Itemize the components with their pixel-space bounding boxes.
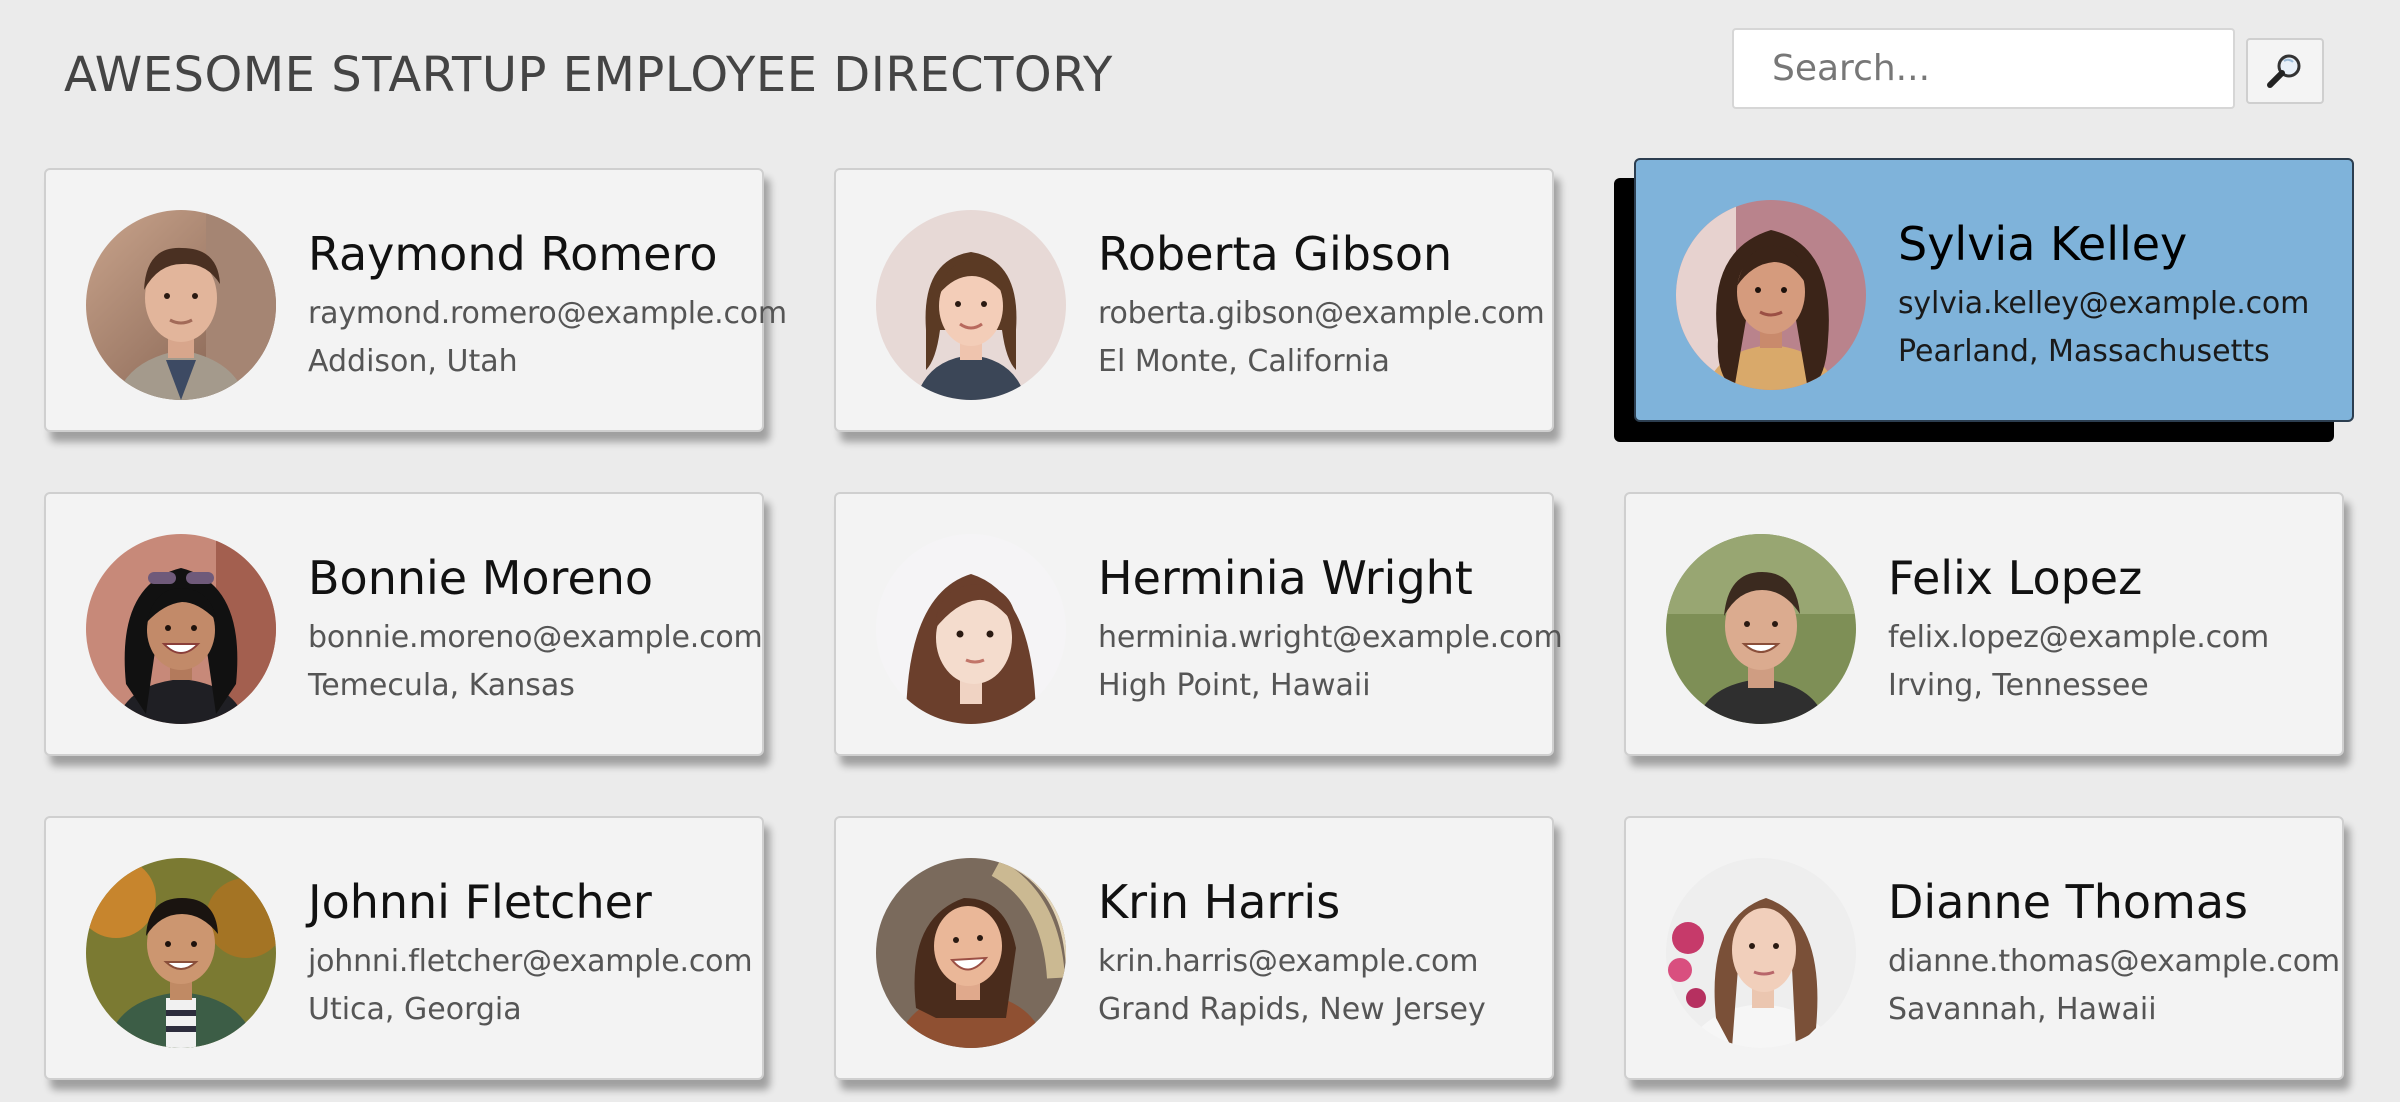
- employee-name: Sylvia Kelley: [1898, 217, 2188, 271]
- employee-info: Roberta Gibson roberta.gibson@example.co…: [1098, 222, 1545, 386]
- magnifier-icon: [2267, 54, 2301, 88]
- employee-avatar: [1666, 534, 1856, 724]
- employee-location: Grand Rapids, New Jersey: [1098, 992, 1486, 1027]
- employee-info: Bonnie Moreno bonnie.moreno@example.com …: [308, 546, 763, 710]
- employee-card[interactable]: Johnni Fletcher johnni.fletcher@example.…: [44, 816, 764, 1080]
- employee-name: Dianne Thomas: [1888, 875, 2248, 929]
- employee-card[interactable]: Bonnie Moreno bonnie.moreno@example.com …: [44, 492, 764, 756]
- employee-name: Krin Harris: [1098, 875, 1341, 929]
- employee-info: Sylvia Kelley sylvia.kelley@example.com …: [1898, 212, 2309, 376]
- employee-info: Raymond Romero raymond.romero@example.co…: [308, 222, 787, 386]
- employee-location: High Point, Hawaii: [1098, 668, 1371, 703]
- employee-card[interactable]: Dianne Thomas dianne.thomas@example.com …: [1624, 816, 2344, 1080]
- employee-location: Irving, Tennessee: [1888, 668, 2149, 703]
- page-header: AWESOME STARTUP EMPLOYEE DIRECTORY: [0, 0, 2400, 150]
- employee-location: Pearland, Massachusetts: [1898, 334, 2270, 369]
- employee-name: Johnni Fletcher: [308, 875, 652, 929]
- employee-email: sylvia.kelley@example.com: [1898, 286, 2310, 321]
- employee-card[interactable]: Herminia Wright herminia.wright@example.…: [834, 492, 1563, 756]
- employee-info: Herminia Wright herminia.wright@example.…: [1098, 546, 1563, 710]
- employee-email: bonnie.moreno@example.com: [308, 620, 763, 655]
- employee-card[interactable]: Krin Harris krin.harris@example.com Gran…: [834, 816, 1554, 1080]
- employee-avatar: [86, 534, 276, 724]
- employee-email: felix.lopez@example.com: [1888, 620, 2270, 655]
- search-button[interactable]: [2246, 38, 2324, 104]
- employee-card-selected[interactable]: Sylvia Kelley sylvia.kelley@example.com …: [1634, 158, 2354, 422]
- employee-info: Felix Lopez felix.lopez@example.com Irvi…: [1888, 546, 2269, 710]
- employee-info: Johnni Fletcher johnni.fletcher@example.…: [308, 870, 753, 1034]
- employee-name: Bonnie Moreno: [308, 551, 654, 605]
- employee-email: krin.harris@example.com: [1098, 944, 1479, 979]
- employee-card[interactable]: Raymond Romero raymond.romero@example.co…: [44, 168, 787, 432]
- search-input[interactable]: [1732, 28, 2235, 109]
- employee-card[interactable]: Roberta Gibson roberta.gibson@example.co…: [834, 168, 1554, 432]
- employee-info: Dianne Thomas dianne.thomas@example.com …: [1888, 870, 2340, 1034]
- employee-location: El Monte, California: [1098, 344, 1390, 379]
- employee-avatar: [86, 210, 276, 400]
- employee-avatar: [86, 858, 276, 1048]
- employee-name: Felix Lopez: [1888, 551, 2143, 605]
- employee-avatar: [876, 858, 1066, 1048]
- employee-avatar: [1676, 200, 1866, 390]
- employee-avatar: [876, 534, 1066, 724]
- employee-name: Herminia Wright: [1098, 551, 1473, 605]
- employee-location: Temecula, Kansas: [308, 668, 575, 703]
- employee-name: Roberta Gibson: [1098, 227, 1453, 281]
- page-title: AWESOME STARTUP EMPLOYEE DIRECTORY: [64, 47, 1113, 103]
- employee-avatar: [876, 210, 1066, 400]
- employee-avatar: [1666, 858, 1856, 1048]
- employee-location: Addison, Utah: [308, 344, 518, 379]
- employee-email: roberta.gibson@example.com: [1098, 296, 1545, 331]
- employee-name: Raymond Romero: [308, 227, 718, 281]
- employee-location: Utica, Georgia: [308, 992, 522, 1027]
- employee-email: johnni.fletcher@example.com: [308, 944, 753, 979]
- employee-email: herminia.wright@example.com: [1098, 620, 1563, 655]
- employee-info: Krin Harris krin.harris@example.com Gran…: [1098, 870, 1486, 1034]
- employee-card[interactable]: Felix Lopez felix.lopez@example.com Irvi…: [1624, 492, 2344, 756]
- employee-email: dianne.thomas@example.com: [1888, 944, 2340, 979]
- employee-email: raymond.romero@example.com: [308, 296, 787, 331]
- employee-location: Savannah, Hawaii: [1888, 992, 2157, 1027]
